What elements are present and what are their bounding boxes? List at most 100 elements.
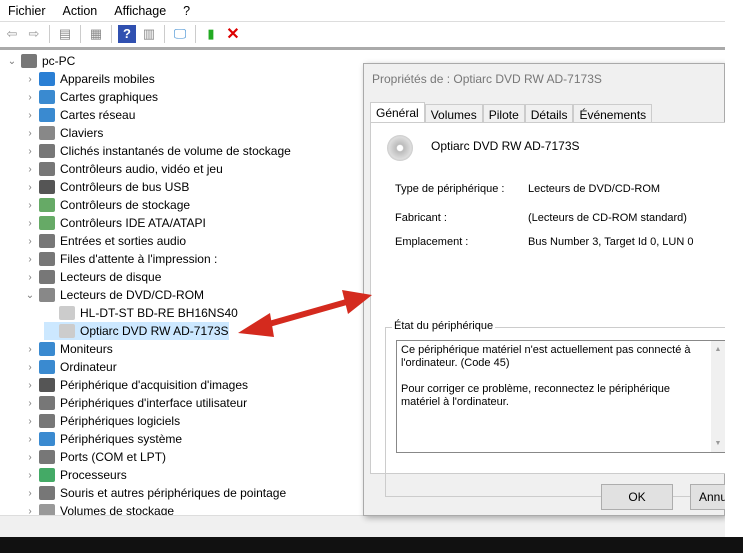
menu-help[interactable]: ? [183,4,190,18]
tree-item[interactable]: › Clichés instantanés de volume de stocka… [24,142,291,160]
properties-icon[interactable]: ▦ [87,25,105,43]
chevron-right-icon[interactable]: › [24,434,36,445]
tree-item-device[interactable]: HL-DT-ST BD-RE BH16NS40 [44,304,238,322]
device-category-icon [39,162,55,176]
chevron-right-icon[interactable]: › [24,92,36,103]
chevron-right-icon[interactable]: › [24,506,36,516]
tree-item-label: Contrôleurs de stockage [60,198,191,212]
device-category-icon [39,180,55,194]
tree-item[interactable]: › Périphériques d'interface utilisateur [24,394,247,412]
tree-item-label: HL-DT-ST BD-RE BH16NS40 [80,306,238,320]
tree-item[interactable]: ⌄ Lecteurs de DVD/CD-ROM [24,286,204,304]
help-icon[interactable]: ? [118,24,136,43]
chevron-right-icon[interactable]: › [24,416,36,427]
chevron-right-icon[interactable]: › [24,344,36,355]
chevron-right-icon[interactable]: › [24,488,36,499]
chevron-right-icon[interactable]: › [24,398,36,409]
chevron-right-icon[interactable]: › [24,182,36,193]
device-category-icon [39,108,55,122]
tree-item-label: Périphériques logiciels [60,414,181,428]
chevron-right-icon[interactable]: › [24,200,36,211]
chevron-right-icon[interactable]: › [24,110,36,121]
tree-item-label: Entrées et sorties audio [60,234,187,248]
chevron-right-icon[interactable]: › [24,164,36,175]
chevron-right-icon[interactable]: › [24,236,36,247]
tree-item-label: Contrôleurs IDE ATA/ATAPI [60,216,206,230]
tree-item[interactable]: › Lecteurs de disque [24,268,161,286]
device-category-icon [39,432,55,446]
tree-item-label: Lecteurs de disque [60,270,162,284]
tree-item[interactable]: › Claviers [24,124,103,142]
tree-item[interactable]: › Périphériques système [24,430,182,448]
chevron-down-icon[interactable]: ⌄ [6,56,18,67]
properties-dialog: Propriétés de : Optiarc DVD RW AD-7173S … [363,63,743,516]
tree-item[interactable]: › Contrôleurs IDE ATA/ATAPI [24,214,206,232]
show-hide-console-tree-icon[interactable]: ▤ [56,25,74,43]
action-pane-icon[interactable]: ▥ [140,25,158,43]
device-category-icon [39,504,55,515]
chevron-right-icon[interactable]: › [24,146,36,157]
device-status-label: État du périphérique [392,320,496,332]
divider [0,47,725,50]
device-category-icon [39,450,55,464]
scan-hardware-icon[interactable]: 🖵 [171,25,189,43]
back-icon[interactable]: ⇦ [3,25,21,43]
device-category-icon [39,360,55,374]
tree-item[interactable]: › Souris et autres périphériques de point… [24,484,286,502]
chevron-right-icon[interactable]: › [24,470,36,481]
tree-root[interactable]: ⌄ pc-PC [6,52,75,70]
chevron-right-icon[interactable]: › [24,128,36,139]
chevron-right-icon[interactable]: › [24,452,36,463]
chevron-right-icon[interactable]: › [24,272,36,283]
forward-icon[interactable]: ⇨ [25,25,43,43]
device-category-icon [39,342,55,356]
device-category-icon [39,90,55,104]
chevron-right-icon[interactable]: › [24,254,36,265]
ok-button[interactable]: OK [601,484,673,510]
tree-item[interactable]: › Contrôleurs de bus USB [24,178,189,196]
dialog-title: Propriétés de : Optiarc DVD RW AD-7173S [372,72,602,86]
tree-item-label: Périphériques d'interface utilisateur [60,396,248,410]
device-status-text[interactable]: Ce périphérique matériel n'est actuellem… [396,340,726,453]
tree-item[interactable]: › Périphérique d'acquisition d'images [24,376,248,394]
tree-item[interactable]: › Ordinateur [24,358,117,376]
update-driver-icon[interactable]: ▮ [202,25,220,43]
location-value: Bus Number 3, Target Id 0, LUN 0 [528,236,694,248]
chevron-right-icon[interactable]: › [24,362,36,373]
tree-item-label: Ordinateur [60,360,117,374]
tree-item-label: Processeurs [60,468,127,482]
menu-fichier[interactable]: Fichier [8,4,46,18]
tree-item[interactable]: › Volumes de stockage [24,502,174,515]
tree-item[interactable]: › Cartes graphiques [24,88,158,106]
device-category-icon [39,144,55,158]
tree-item-label: Ports (COM et LPT) [60,450,167,464]
tree-item[interactable]: › Files d'attente à l'impression : [24,250,217,268]
tree-item[interactable]: › Moniteurs [24,340,113,358]
tree-item[interactable]: › Contrôleurs de stockage [24,196,190,214]
device-category-icon [39,216,55,230]
tree-item[interactable]: › Cartes réseau [24,106,135,124]
tree-item[interactable]: › Ports (COM et LPT) [24,448,166,466]
maker-value: (Lecteurs de CD-ROM standard) [528,212,687,224]
device-category-icon [39,378,55,392]
scrollbar[interactable]: ▲ ▼ [711,341,725,452]
tree-item[interactable]: › Entrées et sorties audio [24,232,186,250]
device-status-group: État du périphérique Ce périphérique mat… [385,320,730,497]
tree-item[interactable]: › Périphériques logiciels [24,412,180,430]
tree-item-device[interactable]: Optiarc DVD RW AD-7173S [44,322,229,340]
tree-item-label: Appareils mobiles [60,72,155,86]
uninstall-icon[interactable]: ✕ [224,25,242,43]
chevron-right-icon[interactable]: › [24,380,36,391]
menu-action[interactable]: Action [63,4,98,18]
status-message: Ce périphérique matériel n'est actuellem… [401,344,691,369]
tree-item[interactable]: › Contrôleurs audio, vidéo et jeu [24,160,223,178]
device-category-icon [39,234,55,248]
toolbar-separator [80,24,81,43]
tree-item[interactable]: › Appareils mobiles [24,70,155,88]
menu-affichage[interactable]: Affichage [114,4,166,18]
chevron-right-icon[interactable]: › [24,218,36,229]
menu-bar: Fichier Action Affichage ? [0,0,725,21]
chevron-down-icon[interactable]: ⌄ [24,290,36,301]
tree-item[interactable]: › Processeurs [24,466,127,484]
chevron-right-icon[interactable]: › [24,74,36,85]
